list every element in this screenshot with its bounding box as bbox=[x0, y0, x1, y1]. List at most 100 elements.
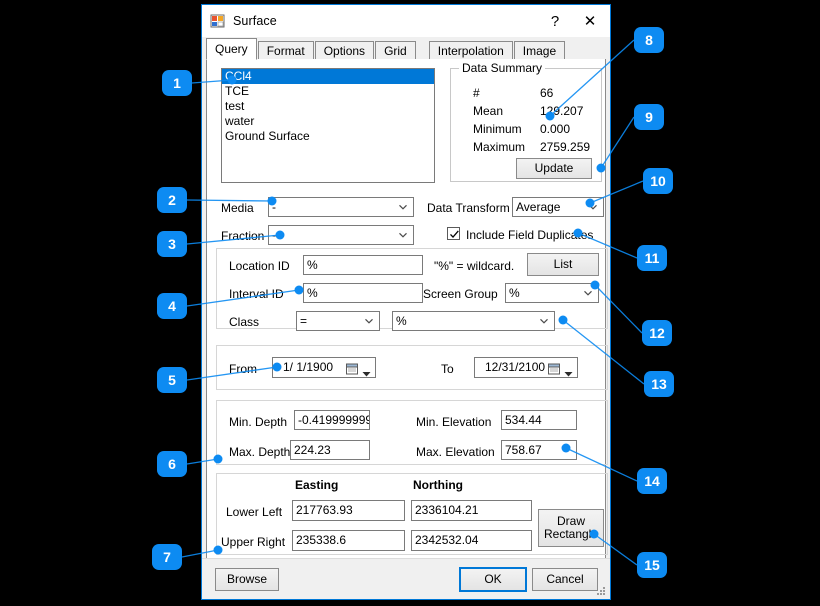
max-depth-input[interactable]: 224.23 bbox=[290, 440, 370, 460]
query-tab-page: CCl4 TCE test water Ground Surface Data … bbox=[206, 59, 606, 562]
max-elevation-label: Max. Elevation bbox=[416, 445, 495, 459]
callout-badge-13: 13 bbox=[644, 371, 674, 397]
to-date-picker[interactable]: 12/31/2100 bbox=[474, 357, 578, 378]
window-app-icon bbox=[210, 13, 226, 29]
callout-badge-8: 8 bbox=[634, 27, 664, 53]
calendar-icon bbox=[346, 362, 358, 374]
tab-image[interactable]: Image bbox=[514, 41, 565, 60]
fraction-combobox[interactable]: - bbox=[268, 225, 414, 245]
lower-left-northing-input[interactable]: 2336104.21 bbox=[411, 500, 532, 521]
ok-button[interactable]: OK bbox=[460, 568, 526, 591]
summary-value-minimum: 0.000 bbox=[540, 122, 570, 136]
list-item[interactable]: water bbox=[222, 114, 434, 129]
lower-left-label: Lower Left bbox=[226, 505, 282, 519]
callout-badge-2: 2 bbox=[157, 187, 187, 213]
callout-badge-11: 11 bbox=[637, 245, 667, 271]
tab-query[interactable]: Query bbox=[206, 38, 257, 60]
summary-value-count: 66 bbox=[540, 86, 553, 100]
summary-key-mean: Mean bbox=[473, 104, 503, 118]
draw-rectangle-line2: Rectangle bbox=[544, 528, 598, 541]
callout-badge-12: 12 bbox=[642, 320, 672, 346]
list-item[interactable]: TCE bbox=[222, 84, 434, 99]
callout-badge-9: 9 bbox=[634, 104, 664, 130]
easting-header: Easting bbox=[295, 478, 338, 492]
location-id-label: Location ID bbox=[229, 259, 290, 273]
media-value: - bbox=[272, 200, 276, 214]
check-icon bbox=[449, 229, 460, 240]
upper-right-easting-input[interactable]: 235338.6 bbox=[292, 530, 405, 551]
chevron-down-icon bbox=[398, 230, 408, 240]
from-date-value: 1/ 1/1900 bbox=[283, 358, 333, 377]
lower-left-easting-input[interactable]: 217763.93 bbox=[292, 500, 405, 521]
tab-interpolation[interactable]: Interpolation bbox=[429, 41, 513, 60]
window-system-buttons: ? ✕ bbox=[540, 5, 610, 37]
class-operator-value: = bbox=[300, 314, 307, 328]
resize-grip-icon[interactable] bbox=[595, 585, 607, 597]
list-item[interactable]: Ground Surface bbox=[222, 129, 434, 144]
callout-badge-3: 3 bbox=[157, 231, 187, 257]
upper-right-label: Upper Right bbox=[221, 535, 285, 549]
to-date-value: 12/31/2100 bbox=[485, 358, 545, 377]
window-title: Surface bbox=[233, 14, 277, 28]
class-label: Class bbox=[229, 315, 259, 329]
callout-badge-15: 15 bbox=[637, 552, 667, 578]
callout-badge-1: 1 bbox=[162, 70, 192, 96]
interval-id-input[interactable]: % bbox=[303, 283, 423, 303]
tab-strip: Query Format Options Grid Interpolation … bbox=[206, 37, 606, 60]
draw-rectangle-button[interactable]: Draw Rectangle bbox=[538, 509, 604, 547]
min-depth-label: Min. Depth bbox=[229, 415, 287, 429]
list-item[interactable]: test bbox=[222, 99, 434, 114]
include-field-duplicates-label: Include Field Duplicates bbox=[466, 228, 593, 242]
media-combobox[interactable]: - bbox=[268, 197, 414, 217]
data-summary-group: Data Summary # 66 Mean 129.207 Minimum 0… bbox=[450, 68, 602, 182]
data-transform-label: Data Transform bbox=[427, 201, 510, 215]
screen-group-label: Screen Group bbox=[423, 287, 498, 301]
callout-badge-5: 5 bbox=[157, 367, 187, 393]
northing-header: Northing bbox=[413, 478, 463, 492]
chevron-down-icon bbox=[588, 202, 598, 212]
to-label: To bbox=[441, 362, 454, 376]
browse-button[interactable]: Browse bbox=[215, 568, 279, 591]
tab-format[interactable]: Format bbox=[258, 41, 314, 60]
min-elevation-label: Min. Elevation bbox=[416, 415, 491, 429]
callout-badge-14: 14 bbox=[637, 468, 667, 494]
chevron-down-icon[interactable] bbox=[564, 365, 573, 384]
screen-group-combobox[interactable]: % bbox=[505, 283, 599, 303]
cancel-button[interactable]: Cancel bbox=[532, 568, 598, 591]
summary-value-maximum: 2759.259 bbox=[540, 140, 590, 154]
chevron-down-icon[interactable] bbox=[362, 365, 371, 384]
screen-group-value: % bbox=[509, 286, 520, 300]
parameter-listbox[interactable]: CCl4 TCE test water Ground Surface bbox=[221, 68, 435, 183]
help-button[interactable]: ? bbox=[540, 5, 570, 37]
max-elevation-input[interactable]: 758.67 bbox=[501, 440, 577, 460]
max-depth-label: Max. Depth bbox=[229, 445, 290, 459]
summary-key-maximum: Maximum bbox=[473, 140, 525, 154]
include-field-duplicates-checkbox[interactable] bbox=[447, 227, 460, 240]
class-value: % bbox=[396, 314, 407, 328]
interval-id-label: Interval ID bbox=[229, 287, 284, 301]
close-button[interactable]: ✕ bbox=[570, 5, 610, 37]
min-elevation-input[interactable]: 534.44 bbox=[501, 410, 577, 430]
summary-key-minimum: Minimum bbox=[473, 122, 522, 136]
class-value-combobox[interactable]: % bbox=[392, 311, 555, 331]
list-item[interactable]: CCl4 bbox=[222, 69, 434, 84]
location-id-input[interactable]: % bbox=[303, 255, 423, 275]
surface-dialog: Surface ? ✕ Query Format Options Grid In… bbox=[201, 4, 611, 600]
data-summary-title: Data Summary bbox=[459, 61, 545, 75]
wildcard-note: "%" = wildcard. bbox=[434, 259, 514, 273]
fraction-value: - bbox=[272, 228, 276, 242]
calendar-icon bbox=[548, 362, 560, 374]
upper-right-northing-input[interactable]: 2342532.04 bbox=[411, 530, 532, 551]
class-operator-combobox[interactable]: = bbox=[296, 311, 380, 331]
callout-badge-10: 10 bbox=[643, 168, 673, 194]
update-button[interactable]: Update bbox=[516, 158, 592, 179]
tab-options[interactable]: Options bbox=[315, 41, 374, 60]
min-depth-input[interactable]: -0.4199999999 bbox=[294, 410, 370, 430]
list-button[interactable]: List bbox=[527, 253, 599, 276]
fraction-label: Fraction bbox=[221, 229, 264, 243]
dialog-footer: Browse OK Cancel bbox=[202, 558, 610, 599]
from-date-picker[interactable]: 1/ 1/1900 bbox=[272, 357, 376, 378]
tab-grid[interactable]: Grid bbox=[375, 41, 416, 60]
data-transform-value: Average bbox=[516, 200, 560, 214]
data-transform-combobox[interactable]: Average bbox=[512, 197, 604, 217]
